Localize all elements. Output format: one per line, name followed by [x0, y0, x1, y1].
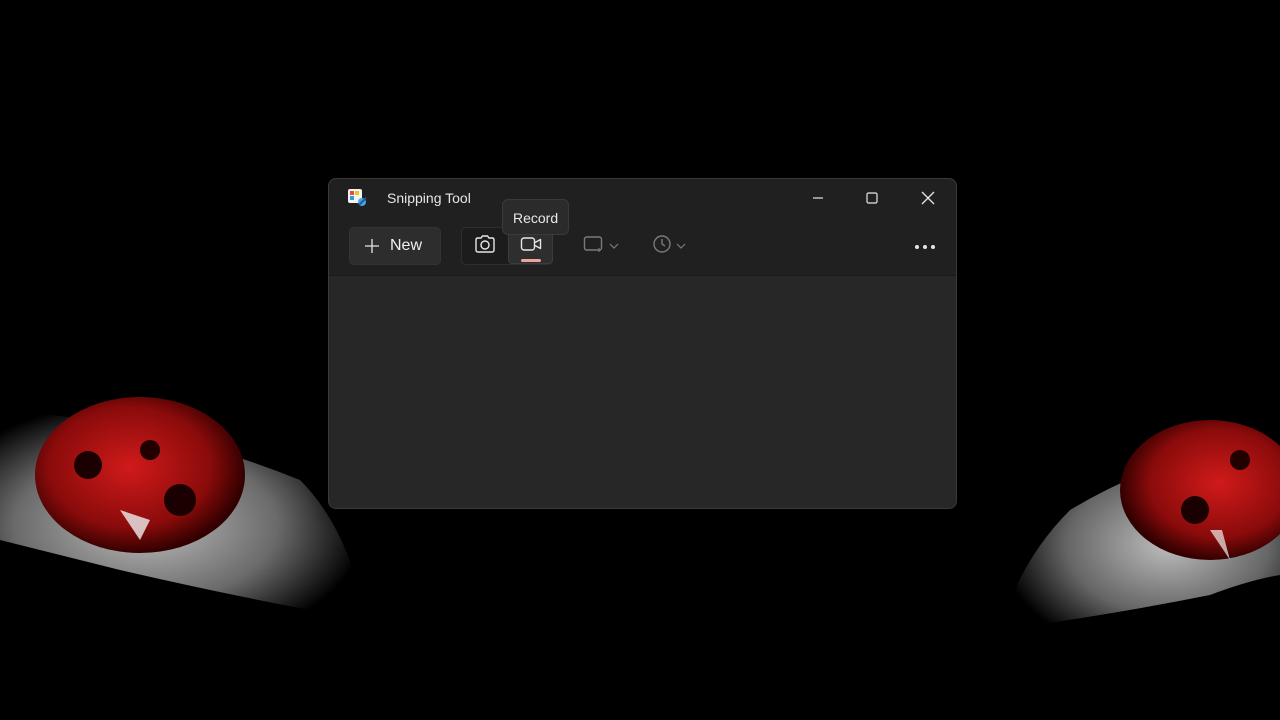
clock-icon	[652, 234, 672, 259]
camera-icon	[474, 234, 496, 259]
plus-icon	[364, 238, 380, 254]
selected-mode-indicator	[521, 259, 541, 262]
delay-timer-dropdown[interactable]	[647, 227, 691, 265]
minimize-icon	[812, 192, 824, 204]
snip-preview-area	[329, 276, 956, 508]
new-button-label: New	[390, 237, 423, 254]
snip-mode-button[interactable]	[462, 228, 507, 264]
snipping-tool-window: Snipping Tool New Record	[328, 178, 957, 509]
wallpaper-eye-right	[990, 400, 1280, 650]
more-dots-icon	[914, 237, 936, 255]
snip-shape-dropdown[interactable]	[579, 227, 623, 265]
window-title: Snipping Tool	[387, 190, 471, 206]
desktop: Snipping Tool New Record	[0, 0, 1280, 720]
snipping-tool-app-icon	[347, 187, 369, 209]
record-tooltip: Record	[502, 199, 570, 235]
video-camera-icon	[520, 235, 542, 258]
close-button[interactable]	[905, 181, 951, 215]
maximize-button[interactable]	[849, 181, 895, 215]
close-icon	[921, 191, 935, 205]
toolbar: New	[329, 219, 956, 276]
new-snip-button[interactable]: New	[349, 227, 441, 265]
wallpaper-eye-left	[0, 370, 380, 640]
rectangle-snip-icon	[583, 235, 605, 258]
chevron-down-icon	[609, 237, 619, 255]
minimize-button[interactable]	[795, 181, 841, 215]
title-bar[interactable]: Snipping Tool	[329, 179, 956, 219]
chevron-down-icon	[676, 237, 686, 255]
maximize-icon	[866, 192, 878, 204]
more-options-button[interactable]	[907, 227, 943, 265]
